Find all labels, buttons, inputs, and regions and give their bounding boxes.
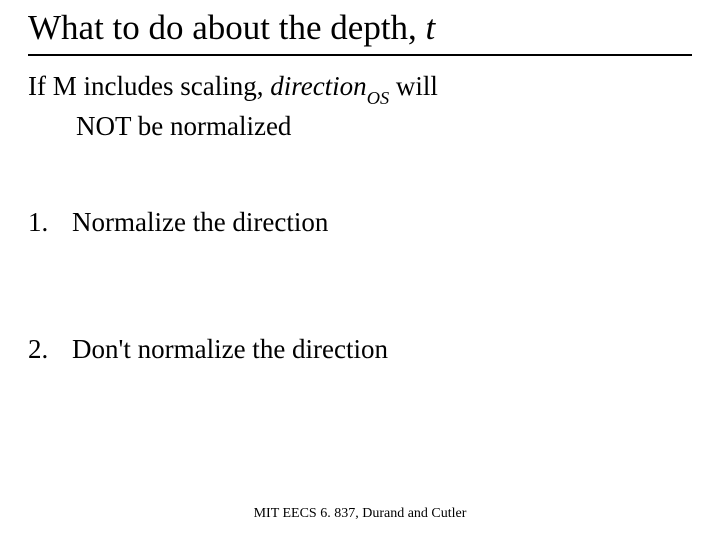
intro-line-2: NOT be normalized: [28, 108, 692, 144]
list-number: 2.: [28, 332, 72, 367]
slide-footer: MIT EECS 6. 837, Durand and Cutler: [0, 506, 720, 522]
option-list: 1. Normalize the direction 2. Don't norm…: [28, 205, 692, 367]
list-item: 2. Don't normalize the direction: [28, 332, 692, 367]
slide-title: What to do about the depth, t: [28, 8, 692, 56]
direction-word: direction: [270, 71, 366, 101]
list-item: 1. Normalize the direction: [28, 205, 692, 240]
intro-prefix: If M includes scaling,: [28, 71, 270, 101]
title-text: What to do about the depth,: [28, 8, 426, 47]
list-number: 1.: [28, 205, 72, 240]
list-text: Don't normalize the direction: [72, 332, 388, 367]
intro-suffix: will: [389, 71, 438, 101]
slide: What to do about the depth, t If M inclu…: [0, 0, 720, 540]
direction-subscript: OS: [367, 88, 389, 108]
title-variable: t: [426, 8, 436, 47]
list-text: Normalize the direction: [72, 205, 328, 240]
intro-line-1: If M includes scaling, directionOS will: [28, 68, 692, 108]
